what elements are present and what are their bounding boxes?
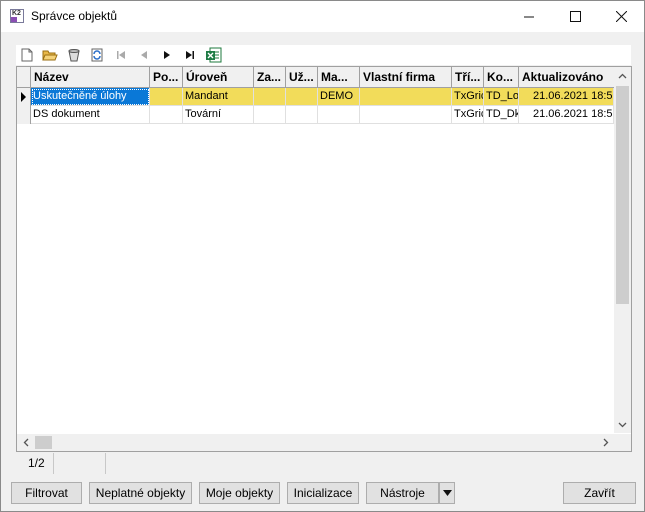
column-header-po[interactable]: Po... [150,67,183,87]
my-objects-button[interactable]: Moje objekty [199,482,280,504]
minimize-button[interactable] [506,1,552,32]
scroll-up-icon[interactable] [614,67,631,84]
vertical-scrollbar[interactable] [614,67,631,433]
maximize-button[interactable] [552,1,598,32]
maximize-icon [569,11,581,22]
cell-level[interactable]: Tovární [183,106,254,124]
table-row[interactable]: DS dokument Tovární TxGric TD_Dk 21.06.2… [17,106,614,124]
cell-name[interactable]: DS dokument [31,106,150,124]
cell-code[interactable]: TD_Dk [484,106,519,124]
last-record-icon[interactable] [182,47,198,63]
column-header-class[interactable]: Tří... [452,67,484,87]
new-document-icon[interactable] [19,47,35,63]
cell-own-company[interactable] [360,88,452,106]
grid-header: Název Po... Úroveň Za... Už... Ma... Vla… [17,67,614,88]
header-indicator-cell [17,67,31,87]
close-icon [615,11,627,22]
app-icon: K2 [10,9,24,23]
cell-za[interactable] [254,88,286,106]
cell-uz[interactable] [286,88,318,106]
column-header-za[interactable]: Za... [254,67,286,87]
excel-export-icon[interactable] [206,47,222,63]
cell-za[interactable] [254,106,286,124]
cell-name[interactable]: Uskutečněné úlohy [31,88,150,106]
open-folder-icon[interactable] [42,47,58,63]
scroll-right-icon[interactable] [597,434,614,451]
initialize-button[interactable]: Inicializace [287,482,359,504]
current-row-arrow-icon [21,92,26,102]
cell-ma[interactable]: DEMO [318,88,360,106]
cell-updated[interactable]: 21.06.2021 18:5 [519,88,614,106]
record-position: 1/2 [16,453,54,474]
scroll-left-icon[interactable] [17,434,34,451]
cell-po[interactable] [150,106,183,124]
horizontal-scrollbar[interactable] [17,434,614,451]
minimize-icon [523,16,534,18]
cell-uz[interactable] [286,106,318,124]
row-indicator [17,88,31,106]
next-record-icon[interactable] [159,47,175,63]
toolbar [16,45,631,65]
objects-grid[interactable]: Název Po... Úroveň Za... Už... Ma... Vla… [16,66,632,452]
column-header-name[interactable]: Název [31,67,150,87]
horizontal-scroll-thumb[interactable] [35,436,52,449]
column-header-code[interactable]: Ko... [484,67,519,87]
title-bar[interactable]: K2 Správce objektů [1,1,644,32]
cell-updated[interactable]: 21.06.2021 18:5 [519,106,614,124]
close-window-button[interactable] [598,1,644,32]
previous-record-icon[interactable] [136,47,152,63]
row-indicator [17,106,31,124]
column-header-updated[interactable]: Aktualizováno [519,67,614,87]
cell-own-company[interactable] [360,106,452,124]
bucket-icon[interactable] [66,47,82,63]
close-button[interactable]: Zavřít [563,482,636,504]
chevron-down-icon [442,490,452,496]
column-header-ma[interactable]: Ma... [318,67,360,87]
cell-class[interactable]: TxGric [452,106,484,124]
invalid-objects-button[interactable]: Neplatné objekty [89,482,192,504]
window-title: Správce objektů [31,9,118,23]
cell-po[interactable] [150,88,183,106]
first-record-icon[interactable] [113,47,129,63]
status-bar: 1/2 [16,453,630,474]
tools-button[interactable]: Nástroje [366,482,439,504]
table-row[interactable]: Uskutečněné úlohy Mandant DEMO TxGric TD… [17,88,614,106]
object-manager-window: K2 Správce objektů Název Po... Úroveň Za… [0,0,645,512]
scroll-corner [614,434,631,451]
column-header-uz[interactable]: Už... [286,67,318,87]
cell-class[interactable]: TxGric [452,88,484,106]
cell-ma[interactable] [318,106,360,124]
tools-dropdown-button[interactable] [439,482,455,504]
refresh-icon[interactable] [89,47,105,63]
vertical-scroll-thumb[interactable] [616,86,629,304]
filter-button[interactable]: Filtrovat [11,482,82,504]
scroll-down-icon[interactable] [614,416,631,433]
column-header-own-company[interactable]: Vlastní firma [360,67,452,87]
cell-code[interactable]: TD_Lo [484,88,519,106]
column-header-level[interactable]: Úroveň [183,67,254,87]
cell-level[interactable]: Mandant [183,88,254,106]
status-panel [55,453,106,474]
